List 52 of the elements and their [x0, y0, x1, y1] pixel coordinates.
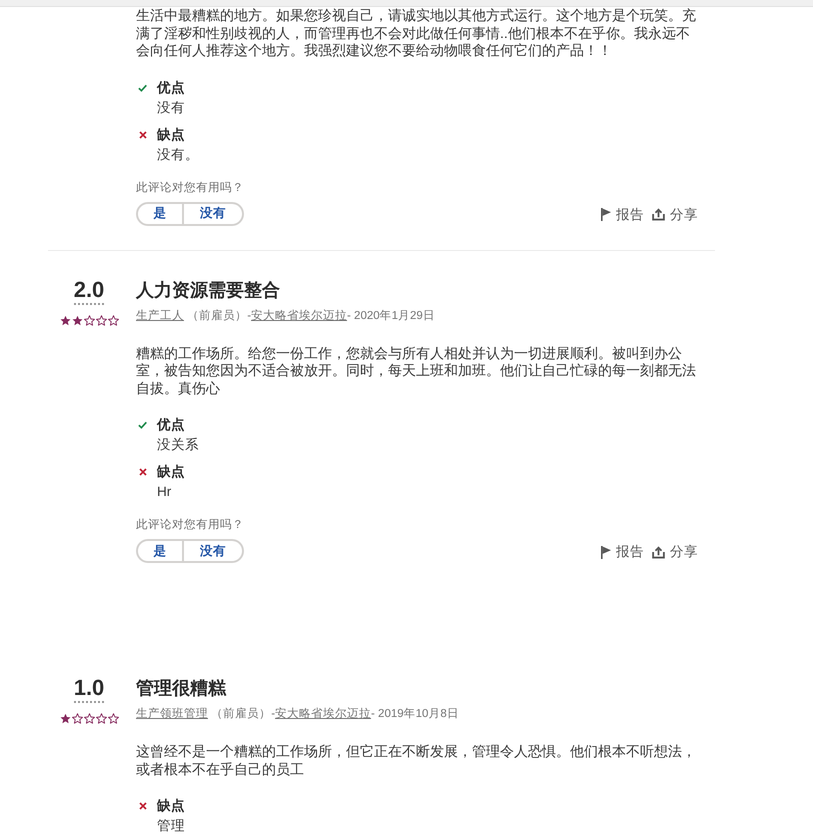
check-icon — [138, 84, 147, 92]
star-icon — [108, 713, 118, 724]
vote-button[interactable]: 是 — [136, 539, 184, 563]
review-text: 这曾经不是一个糟糕的工作场所，但它正在不断发展，管理令人恐惧。他们根本不听想法，或者根本不在乎自己的员工 — [136, 743, 697, 778]
pros-label: 优点 — [157, 416, 185, 434]
review-meta: 生产工人 （前雇员）-安大略省埃尔迈拉- 2020年1月29日 — [136, 308, 436, 324]
helpful-question: 此评论对您有用吗？ — [136, 518, 245, 532]
cross-icon — [138, 468, 146, 476]
meta-link[interactable]: 生产领班管理 — [136, 708, 208, 720]
star-icon — [60, 314, 70, 326]
cons-label: 缺点 — [157, 797, 185, 815]
review-meta: 生产领班管理 （前雇员）-安大略省埃尔迈拉- 2019年10月8日 — [136, 706, 460, 722]
share-icon — [652, 546, 665, 558]
review-text: 糟糕的工作场所。给您一份工作，您就会与所有人相处并认为一切进展顺利。被叫到办公室，被告知您因为不适合被放开。同时，每天上班和加班。他们让自己忙碌的每一刻都无法自拔。真伤心 — [136, 344, 697, 397]
rating-value: 2.0 — [74, 278, 104, 304]
vote-button[interactable]: 没有 — [184, 539, 244, 563]
cons-text: 管理 — [156, 817, 186, 835]
review-title: 人力资源需要整合 — [136, 278, 281, 302]
cons-text: 没有。 — [156, 146, 200, 164]
star-icon — [96, 713, 106, 724]
star-icon — [84, 314, 94, 326]
report-button[interactable]: 报告 — [601, 206, 644, 224]
meta-link[interactable]: 生产工人 — [136, 310, 184, 322]
vote-button[interactable]: 没有 — [184, 202, 244, 226]
meta-link[interactable]: 安大略省埃尔迈拉 — [275, 708, 372, 720]
cons-text: Hr — [156, 483, 172, 501]
check-icon — [138, 421, 147, 429]
review-text: 生活中最糟糕的地方。如果您珍视自己，请诚实地以其他方式运行。这个地方是个玩笑。充满了淫秽和性别歧视的人，而管理再也不会对此做任何事情..他们根本不在乎你。我永远不会向任何人推荐这个地方。我强烈建议您不要给动物喂食任何它们的产品！！ — [136, 7, 697, 60]
cross-icon — [138, 130, 146, 138]
pros-text: 没关系 — [156, 436, 200, 454]
cross-icon — [138, 802, 146, 810]
helpful-question: 此评论对您有用吗？ — [136, 180, 245, 194]
share-button[interactable]: 分享 — [652, 543, 698, 561]
pros-text: 没有 — [156, 98, 186, 116]
meta-link[interactable]: 安大略省埃尔迈拉 — [251, 310, 348, 322]
vote-button[interactable]: 是 — [136, 202, 184, 226]
cons-label: 缺点 — [157, 126, 185, 144]
report-button[interactable]: 报告 — [601, 543, 644, 561]
flag-icon — [601, 546, 611, 558]
star-icon — [108, 314, 118, 326]
rating-value: 1.0 — [74, 676, 104, 703]
share-icon — [652, 208, 665, 221]
review-title: 管理很糟糕 — [136, 677, 228, 700]
star-icon — [72, 713, 82, 724]
star-icon — [72, 314, 82, 326]
share-button[interactable]: 分享 — [652, 206, 698, 224]
pros-label: 优点 — [157, 78, 185, 96]
star-icon — [84, 713, 94, 724]
star-icon — [60, 713, 70, 724]
star-icon — [96, 314, 106, 326]
flag-icon — [601, 208, 611, 221]
cons-label: 缺点 — [157, 463, 185, 481]
